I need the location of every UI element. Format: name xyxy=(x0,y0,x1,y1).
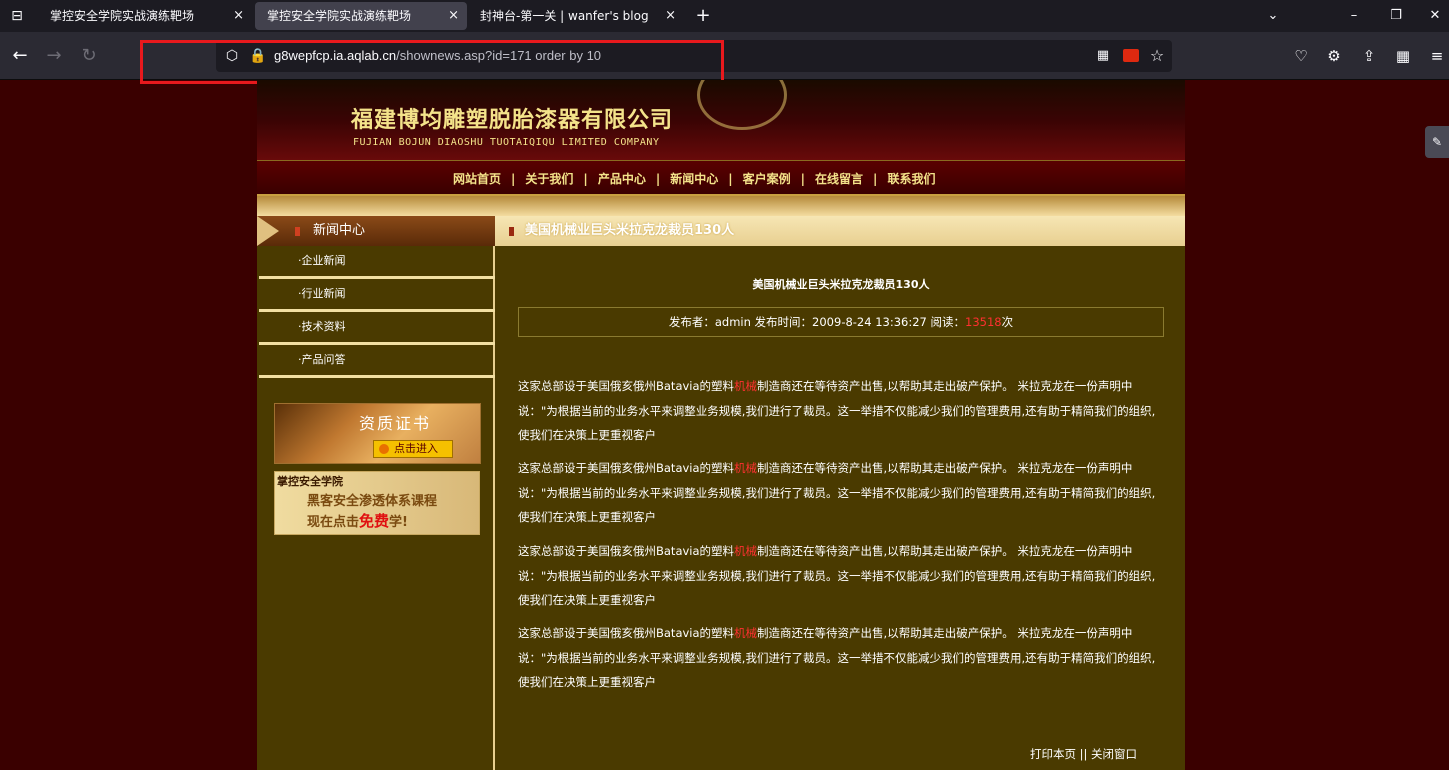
sidebar-heading: 新闻中心 xyxy=(257,216,495,246)
tab-title: 封神台-第一关 | wanfer's blog xyxy=(480,9,649,23)
tab-title: 掌控安全学院实战演练靶场 xyxy=(267,9,412,23)
header-ornament xyxy=(697,80,787,130)
tab-close-icon[interactable]: × xyxy=(448,2,459,30)
extension-icon[interactable]: ⚙ xyxy=(1322,44,1346,68)
tab-close-icon[interactable]: × xyxy=(233,2,244,30)
article-paragraph: 这家总部设于美国俄亥俄州Batavia的塑料机械制造商还在等待资产出售,以帮助其… xyxy=(518,539,1158,613)
tab-bar: ⊟ 掌控安全学院实战演练靶场 × 掌控安全学院实战演练靶场 × 封神台-第一关 … xyxy=(0,0,1449,32)
sidebar-heading-text: 新闻中心 xyxy=(313,223,366,238)
tab-close-icon[interactable]: × xyxy=(665,2,676,30)
ad-line-2-suffix: 学! xyxy=(389,515,408,530)
sidebar-item-company-news[interactable]: ·企业新闻 xyxy=(259,246,495,279)
menu-separator: | xyxy=(873,172,878,186)
keyword-link[interactable]: 机械 xyxy=(734,626,757,640)
pocket-icon[interactable]: ♡ xyxy=(1289,44,1313,68)
menu-item-message[interactable]: 在线留言 xyxy=(815,172,863,186)
company-name-cn: 福建博均雕塑脱胎漆器有限公司 xyxy=(351,107,674,133)
navigation-toolbar: ← → ↻ ⬡ 🔒 g8wepfcp.ia.aqlab.cn/shownews.… xyxy=(0,32,1449,80)
qr-code-icon[interactable]: ▦ xyxy=(1093,46,1113,66)
enter-button[interactable]: 点击进入 xyxy=(373,440,453,458)
sidebar: ·企业新闻 ·行业新闻 ·技术资料 ·产品问答 资质证书 点击进入 掌控安全学院… xyxy=(257,246,495,770)
shield-icon[interactable]: ⬡ xyxy=(222,46,242,66)
ad-line-2-prefix: 现在点击 xyxy=(307,515,360,530)
course-ad-banner[interactable]: 掌控安全学院 黑客安全渗透体系课程 现在点击免费学! xyxy=(274,471,480,535)
tab-1[interactable]: 掌控安全学院实战演练靶场 × xyxy=(38,2,252,30)
triangle-icon xyxy=(257,216,279,246)
bullet-icon xyxy=(295,227,300,236)
print-close-links[interactable]: 打印本页 || 关闭窗口 xyxy=(1030,746,1137,762)
reload-icon[interactable]: ↻ xyxy=(77,44,101,68)
ad-brand: 掌控安全学院 xyxy=(277,475,343,488)
tab-2-active[interactable]: 掌控安全学院实战演练靶场 × xyxy=(255,2,467,30)
keyword-link[interactable]: 机械 xyxy=(734,544,757,558)
article-paragraph: 这家总部设于美国俄亥俄州Batavia的塑料机械制造商还在等待资产出售,以帮助其… xyxy=(518,374,1158,448)
menu-item-home[interactable]: 网站首页 xyxy=(453,172,501,186)
menu-item-news[interactable]: 新闻中心 xyxy=(670,172,718,186)
article-title: 美国机械业巨头米拉克龙裁员130人 xyxy=(752,278,930,291)
article-paragraph: 这家总部设于美国俄亥俄州Batavia的塑料机械制造商还在等待资产出售,以帮助其… xyxy=(518,456,1158,530)
share-icon[interactable]: ⇪ xyxy=(1357,44,1381,68)
certificate-banner[interactable]: 资质证书 点击进入 xyxy=(274,403,481,464)
menu-items: 网站首页 | 关于我们 | 产品中心 | 新闻中心 | 客户案例 | 在线留言 | 联系我们 xyxy=(453,161,935,197)
url-path: /shownews.asp?id=171 order by 10 xyxy=(396,48,602,63)
tab-3[interactable]: 封神台-第一关 | wanfer's blog × xyxy=(468,2,684,30)
company-name-en: FUJIAN BOJUN DIAOSHU TUOTAIQIQU LIMITED … xyxy=(353,137,660,148)
site-menu: 网站首页 | 关于我们 | 产品中心 | 新闻中心 | 客户案例 | 在线留言 | 联系我们 xyxy=(257,160,1185,196)
sidebar-toggle-icon[interactable]: ✎ xyxy=(1425,126,1449,158)
keyword-link[interactable]: 机械 xyxy=(734,379,757,393)
certificate-banner-title: 资质证书 xyxy=(359,414,432,433)
ad-free-text: 免费 xyxy=(359,512,390,530)
menu-separator: | xyxy=(800,172,806,186)
sidebar-item-product-qa[interactable]: ·产品问答 xyxy=(259,345,495,378)
china-flag-icon[interactable] xyxy=(1123,49,1139,62)
web-page: 福建博均雕塑脱胎漆器有限公司 FUJIAN BOJUN DIAOSHU TUOT… xyxy=(257,80,1185,770)
menu-separator: | xyxy=(728,172,733,186)
menu-separator: | xyxy=(655,172,661,186)
new-tab-button[interactable]: + xyxy=(692,4,714,28)
back-icon[interactable]: ← xyxy=(8,44,32,68)
article-paragraph: 这家总部设于美国俄亥俄州Batavia的塑料机械制造商还在等待资产出售,以帮助其… xyxy=(518,621,1158,695)
restore-icon[interactable]: ❐ xyxy=(1384,4,1408,28)
bullet-icon xyxy=(509,227,514,236)
keyword-link[interactable]: 机械 xyxy=(734,461,757,475)
para-text: 这家总部设于美国俄亥俄州Batavia的塑料 xyxy=(518,544,735,558)
ad-line-2: 现在点击免费学! xyxy=(307,510,408,531)
menu-item-contact[interactable]: 联系我们 xyxy=(887,172,935,186)
para-text: 这家总部设于美国俄亥俄州Batavia的塑料 xyxy=(518,626,735,640)
gold-band xyxy=(257,196,1185,216)
forward-icon[interactable]: → xyxy=(42,44,66,68)
list-all-tabs-icon[interactable]: ⌄ xyxy=(1261,4,1285,28)
para-text: 这家总部设于美国俄亥俄州Batavia的塑料 xyxy=(518,379,735,393)
enter-button-label: 点击进入 xyxy=(394,442,438,455)
app-menu-icon[interactable]: ≡ xyxy=(1425,44,1449,68)
tab-title: 掌控安全学院实战演练靶场 xyxy=(50,9,195,23)
article-meta: 发布者：admin 发布时间：2009-8-24 13:36:27 阅读：135… xyxy=(518,307,1164,337)
menu-item-about[interactable]: 关于我们 xyxy=(525,172,573,186)
article-content: 美国机械业巨头米拉克龙裁员130人 发布者：admin 发布时间：2009-8-… xyxy=(497,246,1185,770)
sidebar-item-tech-docs[interactable]: ·技术资料 xyxy=(259,312,495,345)
menu-item-cases[interactable]: 客户案例 xyxy=(743,172,791,186)
article-heading-title: 美国机械业巨头米拉克龙裁员130人 xyxy=(525,223,735,238)
close-window-icon[interactable]: ✕ xyxy=(1423,4,1447,28)
url-text[interactable]: g8wepfcp.ia.aqlab.cn/shownews.asp?id=171… xyxy=(274,40,601,72)
article-heading-bar: 美国机械业巨头米拉克龙裁员130人 xyxy=(495,216,1185,246)
arrow-circle-icon xyxy=(379,444,389,454)
menu-separator: | xyxy=(583,172,588,186)
menu-item-products[interactable]: 产品中心 xyxy=(598,172,646,186)
read-count: 13518 xyxy=(965,315,1002,329)
tab-list-icon[interactable]: ⊟ xyxy=(6,6,28,26)
ad-line-1: 黑客安全渗透体系课程 xyxy=(307,494,438,509)
extensions-grid-icon[interactable]: ▦ xyxy=(1391,44,1415,68)
meta-text: 发布者：admin 发布时间：2009-8-24 13:36:27 阅读： xyxy=(668,315,966,329)
minimize-icon[interactable]: – xyxy=(1342,4,1366,28)
sidebar-item-industry-news[interactable]: ·行业新闻 xyxy=(259,279,495,312)
url-host: g8wepfcp.ia.aqlab.cn xyxy=(274,48,397,63)
meta-suffix: 次 xyxy=(1001,315,1014,329)
menu-separator: | xyxy=(511,172,516,186)
para-text: 这家总部设于美国俄亥俄州Batavia的塑料 xyxy=(518,461,735,475)
bookmark-star-icon[interactable]: ☆ xyxy=(1147,46,1167,66)
url-bar[interactable]: ⬡ 🔒 g8wepfcp.ia.aqlab.cn/shownews.asp?id… xyxy=(216,40,1172,72)
insecure-lock-icon[interactable]: 🔒 xyxy=(248,46,268,66)
